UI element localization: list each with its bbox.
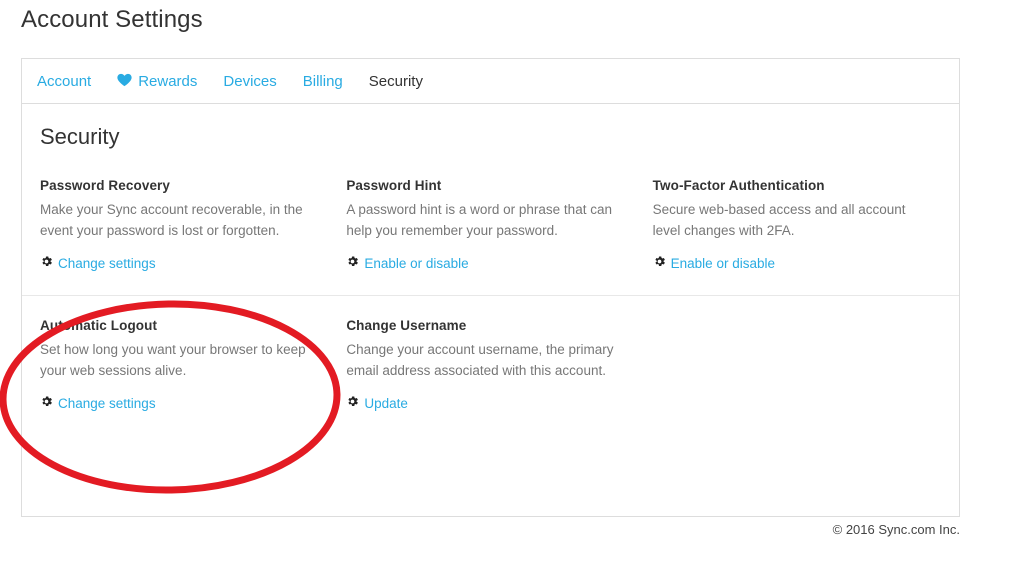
page-title: Account Settings [21, 6, 203, 33]
card-title: Automatic Logout [40, 317, 158, 333]
enable-or-disable-link[interactable]: Enable or disable [653, 255, 775, 271]
tab-devices-label: Devices [223, 72, 277, 90]
tab-security-label: Security [368, 72, 423, 90]
card-password-hint: Password Hint A password hint is a word … [346, 178, 652, 273]
card-description: Make your Sync account recoverable, in t… [40, 202, 303, 238]
card-title: Two-Factor Authentication [652, 178, 825, 193]
card-automatic-logout: Automatic Logout Set how long you want y… [40, 318, 346, 413]
settings-tabbar: Account Rewards Devices Billing Security [22, 59, 959, 104]
card-title: Password Hint [346, 178, 442, 193]
card-description: Set how long you want your browser to ke… [40, 341, 306, 378]
enable-or-disable-link[interactable]: Enable or disable [346, 255, 469, 271]
card-row-2: Automatic Logout Set how long you want y… [22, 294, 959, 413]
gear-icon [346, 255, 359, 270]
gear-icon [653, 255, 666, 270]
card-title: Change Username [346, 317, 467, 333]
card-description: Change your account username, the primar… [346, 341, 614, 378]
card-action-label: Change settings [58, 255, 156, 271]
update-link[interactable]: Update [346, 395, 408, 411]
section-heading: Security [40, 124, 120, 149]
panel-body: Security Password Recovery Make your Syn… [22, 104, 959, 413]
card-action-label: Enable or disable [364, 255, 469, 271]
card-description: Secure web-based access and all account … [652, 202, 906, 238]
card-action-label: Change settings [58, 395, 156, 411]
tab-account[interactable]: Account [37, 73, 91, 90]
card-password-recovery: Password Recovery Make your Sync account… [40, 178, 346, 273]
change-settings-link[interactable]: Change settings [40, 395, 156, 411]
tab-account-label: Account [37, 72, 92, 90]
tab-billing[interactable]: Billing [303, 73, 343, 90]
gear-icon [40, 395, 53, 410]
card-title: Password Recovery [40, 178, 171, 193]
card-change-username: Change Username Change your account user… [346, 318, 652, 413]
card-action-label: Enable or disable [670, 255, 775, 271]
settings-panel: Account Rewards Devices Billing Security… [21, 58, 960, 517]
change-settings-link[interactable]: Change settings [40, 255, 156, 271]
card-description: A password hint is a word or phrase that… [346, 202, 612, 238]
tab-rewards-label: Rewards [138, 72, 198, 90]
tab-billing-label: Billing [302, 72, 343, 90]
tab-devices[interactable]: Devices [223, 73, 276, 90]
tab-rewards[interactable]: Rewards [117, 73, 197, 90]
footer-copyright: © 2016 Sync.com Inc. [832, 522, 960, 537]
gear-icon [40, 255, 53, 270]
card-placeholder-empty [653, 318, 959, 413]
gear-icon [346, 395, 359, 410]
card-two-factor-authentication: Two-Factor Authentication Secure web-bas… [653, 178, 959, 273]
card-row-1: Password Recovery Make your Sync account… [22, 150, 959, 295]
card-action-label: Update [364, 395, 408, 411]
tab-security[interactable]: Security [369, 73, 423, 90]
heart-icon [117, 73, 132, 90]
